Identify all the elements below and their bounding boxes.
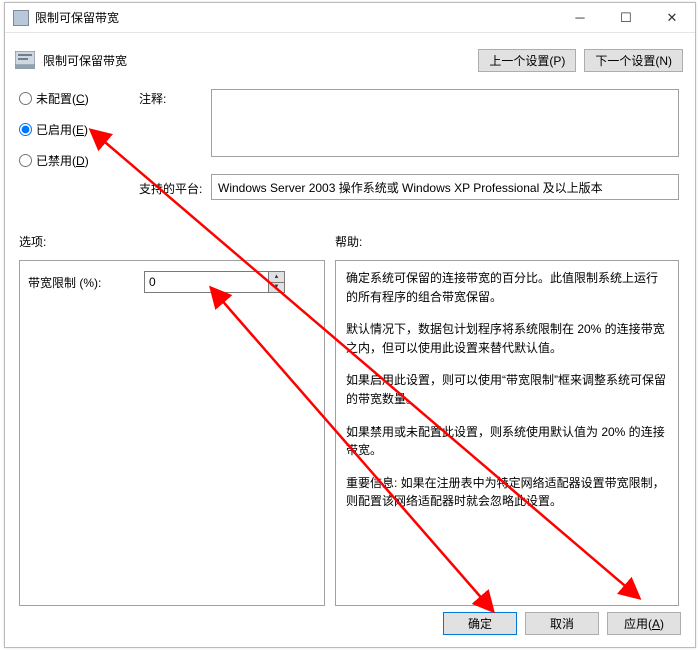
footer-buttons: 确定 取消 应用(A) bbox=[443, 612, 681, 635]
minimize-button[interactable]: ─ bbox=[557, 3, 603, 32]
radio-enabled-label: 已启用(E) bbox=[36, 121, 88, 138]
supported-platforms-label: 支持的平台: bbox=[139, 180, 202, 197]
help-paragraph: 默认情况下，数据包计划程序将系统限制在 20% 的连接带宽之内，但可以使用此设置… bbox=[346, 320, 668, 357]
bandwidth-limit-row: 带宽限制 (%): ▲ ▼ bbox=[28, 271, 316, 293]
cancel-button[interactable]: 取消 bbox=[525, 612, 599, 635]
app-icon bbox=[13, 10, 29, 26]
spin-up-button[interactable]: ▲ bbox=[269, 272, 284, 282]
help-paragraph: 确定系统可保留的连接带宽的百分比。此值限制系统上运行的所有程序的组合带宽保留。 bbox=[346, 269, 668, 306]
bandwidth-limit-label: 带宽限制 (%): bbox=[28, 274, 144, 291]
help-paragraph: 如果禁用或未配置此设置，则系统使用默认值为 20% 的连接带宽。 bbox=[346, 423, 668, 460]
options-pane: 带宽限制 (%): ▲ ▼ bbox=[19, 260, 325, 606]
policy-title: 限制可保留带宽 bbox=[43, 52, 470, 69]
radio-disabled-label: 已禁用(D) bbox=[36, 152, 89, 169]
apply-button[interactable]: 应用(A) bbox=[607, 612, 681, 635]
help-section-label: 帮助: bbox=[335, 233, 362, 250]
radio-disabled-input[interactable] bbox=[19, 154, 32, 167]
radio-enabled-input[interactable] bbox=[19, 123, 32, 136]
maximize-button[interactable]: ☐ bbox=[603, 3, 649, 32]
radio-not-configured-input[interactable] bbox=[19, 92, 32, 105]
comment-textarea[interactable] bbox=[211, 89, 679, 157]
ok-button[interactable]: 确定 bbox=[443, 612, 517, 635]
help-pane[interactable]: 确定系统可保留的连接带宽的百分比。此值限制系统上运行的所有程序的组合带宽保留。 … bbox=[335, 260, 679, 606]
dialog-window: 限制可保留带宽 ─ ☐ ✕ 限制可保留带宽 上一个设置(P) 下一个设置(N) bbox=[4, 2, 696, 648]
prev-setting-button[interactable]: 上一个设置(P) bbox=[478, 49, 576, 72]
help-paragraph: 如果启用此设置，则可以使用“带宽限制”框来调整系统可保留的带宽数量。 bbox=[346, 371, 668, 408]
options-section-label: 选项: bbox=[19, 233, 46, 250]
supported-platforms-box[interactable]: Windows Server 2003 操作系统或 Windows XP Pro… bbox=[211, 174, 679, 200]
radio-enabled[interactable]: 已启用(E) bbox=[19, 121, 89, 138]
policy-icon bbox=[15, 51, 35, 69]
bandwidth-limit-input[interactable] bbox=[144, 271, 268, 293]
radio-disabled[interactable]: 已禁用(D) bbox=[19, 152, 89, 169]
bandwidth-limit-spinner: ▲ ▼ bbox=[144, 271, 285, 293]
dialog-body: 限制可保留带宽 上一个设置(P) 下一个设置(N) 未配置(C) 已启用(E) … bbox=[5, 34, 695, 647]
radio-not-configured-label: 未配置(C) bbox=[36, 90, 89, 107]
radio-not-configured[interactable]: 未配置(C) bbox=[19, 90, 89, 107]
state-radio-group: 未配置(C) 已启用(E) 已禁用(D) bbox=[19, 90, 89, 169]
close-button[interactable]: ✕ bbox=[649, 3, 695, 32]
supported-platforms-text: Windows Server 2003 操作系统或 Windows XP Pro… bbox=[218, 181, 603, 195]
comment-label: 注释: bbox=[139, 90, 166, 107]
titlebar[interactable]: 限制可保留带宽 ─ ☐ ✕ bbox=[5, 3, 695, 33]
window-title: 限制可保留带宽 bbox=[35, 9, 557, 26]
next-setting-button[interactable]: 下一个设置(N) bbox=[584, 49, 683, 72]
help-paragraph: 重要信息: 如果在注册表中为特定网络适配器设置带宽限制，则配置该网络适配器时就会… bbox=[346, 474, 668, 511]
header-row: 限制可保留带宽 上一个设置(P) 下一个设置(N) bbox=[15, 46, 683, 74]
spin-down-button[interactable]: ▼ bbox=[269, 282, 284, 293]
